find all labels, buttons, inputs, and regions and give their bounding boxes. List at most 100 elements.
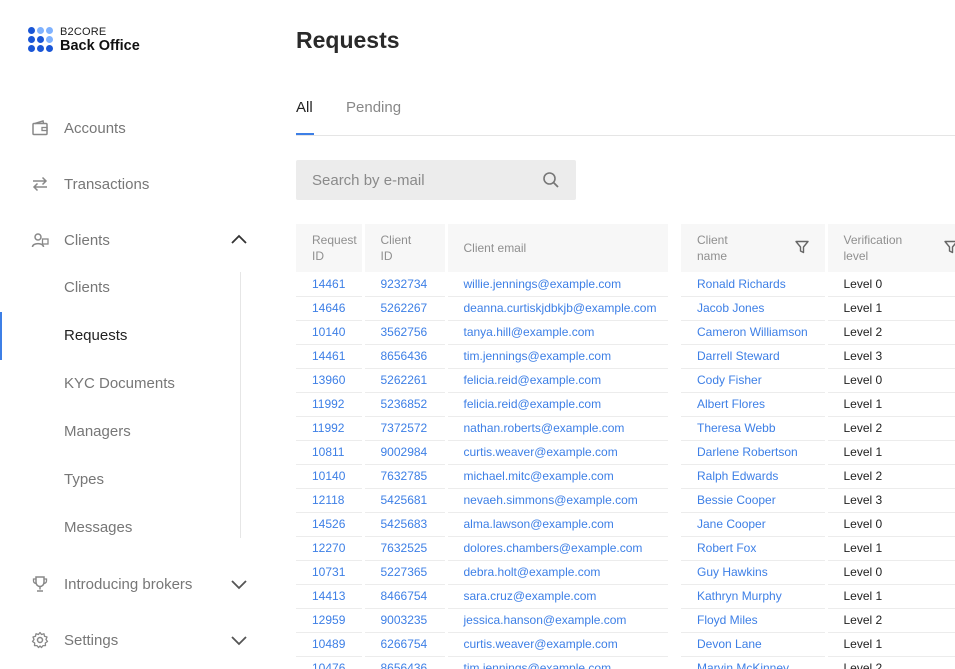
client-name-cell[interactable]: Devon Lane — [681, 632, 828, 657]
chevron-up-icon[interactable] — [230, 232, 248, 248]
client-email-cell[interactable]: sara.cruz@example.com — [446, 584, 668, 609]
table-row[interactable]: 11992 7372572 nathan.roberts@example.com — [296, 416, 668, 441]
table-row[interactable]: Floyd Miles Level 2 — [681, 608, 955, 633]
column-header-request-id[interactable]: Request ID — [296, 224, 365, 272]
request-id-cell[interactable]: 14461 — [296, 272, 365, 297]
sidebar-subitem-kyc-documents[interactable]: KYC Documents — [0, 364, 270, 404]
client-id-cell[interactable]: 9003235 — [363, 608, 448, 633]
client-name-cell[interactable]: Jane Cooper — [681, 512, 828, 537]
client-email-cell[interactable]: tanya.hill@example.com — [446, 320, 668, 345]
table-row[interactable]: 12270 7632525 dolores.chambers@example.com — [296, 536, 668, 561]
client-id-cell[interactable]: 5262261 — [363, 368, 448, 393]
filter-icon[interactable] — [943, 240, 955, 254]
client-id-cell[interactable]: 5425681 — [363, 488, 448, 513]
client-id-cell[interactable]: 8656436 — [363, 344, 448, 369]
client-email-cell[interactable]: curtis.weaver@example.com — [446, 632, 668, 657]
request-id-cell[interactable]: 11992 — [296, 392, 365, 417]
client-email-cell[interactable]: nevaeh.simmons@example.com — [446, 488, 668, 513]
client-id-cell[interactable]: 6266754 — [363, 632, 448, 657]
request-id-cell[interactable]: 14646 — [296, 296, 365, 321]
table-row[interactable]: 10811 9002984 curtis.weaver@example.com — [296, 440, 668, 465]
client-name-cell[interactable]: Albert Flores — [681, 392, 828, 417]
request-id-cell[interactable]: 10140 — [296, 320, 365, 345]
table-row[interactable]: Robert Fox Level 1 — [681, 536, 955, 561]
client-email-cell[interactable]: alma.lawson@example.com — [446, 512, 668, 537]
client-email-cell[interactable]: curtis.weaver@example.com — [446, 440, 668, 465]
client-id-cell[interactable]: 9232734 — [363, 272, 448, 297]
column-header-client-email[interactable]: Client email — [446, 224, 803, 272]
request-id-cell[interactable]: 14461 — [296, 344, 365, 369]
column-header-client-id[interactable]: Client ID — [363, 224, 448, 272]
table-row[interactable]: Guy Hawkins Level 0 — [681, 560, 955, 585]
table-row[interactable]: Jacob Jones Level 1 — [681, 296, 955, 321]
client-email-cell[interactable]: michael.mitc@example.com — [446, 464, 668, 489]
table-row[interactable]: Albert Flores Level 1 — [681, 392, 955, 417]
table-row[interactable]: Devon Lane Level 1 — [681, 632, 955, 657]
table-row[interactable]: Darrell Steward Level 3 — [681, 344, 955, 369]
request-id-cell[interactable]: 13960 — [296, 368, 365, 393]
table-row[interactable]: Ralph Edwards Level 2 — [681, 464, 955, 489]
search-input[interactable] — [296, 160, 536, 200]
client-email-cell[interactable]: tim.jennings@example.com — [446, 344, 668, 369]
sidebar-item-introducing-brokers[interactable]: Introducing brokers — [0, 564, 270, 604]
request-id-cell[interactable]: 12270 — [296, 536, 365, 561]
table-row[interactable]: Cody Fisher Level 0 — [681, 368, 955, 393]
table-row[interactable]: 14646 5262267 deanna.curtiskjdbkjb@example… — [296, 296, 668, 321]
table-row[interactable]: 13960 5262261 felicia.reid@example.com — [296, 368, 668, 393]
sidebar-subitem-messages[interactable]: Messages — [0, 508, 270, 548]
client-email-cell[interactable]: deanna.curtiskjdbkjb@example.com — [446, 296, 668, 321]
client-id-cell[interactable]: 5262267 — [363, 296, 448, 321]
chevron-down-icon[interactable] — [230, 632, 248, 648]
table-row[interactable]: 12959 9003235 jessica.hanson@example.com — [296, 608, 668, 633]
client-name-cell[interactable]: Theresa Webb — [681, 416, 828, 441]
client-name-cell[interactable]: Robert Fox — [681, 536, 828, 561]
client-email-cell[interactable]: debra.holt@example.com — [446, 560, 668, 585]
client-id-cell[interactable]: 5236852 — [363, 392, 448, 417]
client-id-cell[interactable]: 7372572 — [363, 416, 448, 441]
client-id-cell[interactable]: 5227365 — [363, 560, 448, 585]
client-name-cell[interactable]: Jacob Jones — [681, 296, 828, 321]
sidebar-item-settings[interactable]: Settings — [0, 620, 270, 660]
table-row[interactable]: 10731 5227365 debra.holt@example.com — [296, 560, 668, 585]
table-row[interactable]: 10140 7632785 michael.mitc@example.com — [296, 464, 668, 489]
table-row[interactable]: 10476 8656436 tim.jennings@example.com — [296, 656, 668, 669]
table-row[interactable]: 11992 5236852 felicia.reid@example.com — [296, 392, 668, 417]
sidebar-item-accounts[interactable]: Accounts — [0, 108, 270, 148]
request-id-cell[interactable]: 14413 — [296, 584, 365, 609]
client-id-cell[interactable]: 8656436 — [363, 656, 448, 669]
table-row[interactable]: 12118 5425681 nevaeh.simmons@example.com — [296, 488, 668, 513]
tab-all[interactable]: All — [296, 99, 313, 116]
client-id-cell[interactable]: 8466754 — [363, 584, 448, 609]
client-id-cell[interactable]: 7632525 — [363, 536, 448, 561]
table-row[interactable]: Marvin McKinney Level 2 — [681, 656, 955, 669]
client-name-cell[interactable]: Bessie Cooper — [681, 488, 828, 513]
column-header-verification-level[interactable]: Verification level — [826, 224, 955, 272]
client-email-cell[interactable]: willie.jennings@example.com — [446, 272, 668, 297]
request-id-cell[interactable]: 10476 — [296, 656, 365, 669]
client-id-cell[interactable]: 9002984 — [363, 440, 448, 465]
request-id-cell[interactable]: 10811 — [296, 440, 365, 465]
sidebar-subitem-types[interactable]: Types — [0, 460, 270, 500]
sidebar-subitem-clients[interactable]: Clients — [0, 268, 270, 308]
request-id-cell[interactable]: 10731 — [296, 560, 365, 585]
sidebar-subitem-managers[interactable]: Managers — [0, 412, 270, 452]
brand-logo[interactable]: B2CORE Back Office — [28, 27, 140, 54]
client-name-cell[interactable]: Marvin McKinney — [681, 656, 828, 669]
table-row[interactable]: Bessie Cooper Level 3 — [681, 488, 955, 513]
column-header-client-name[interactable]: Client name — [681, 224, 828, 272]
sidebar-subitem-requests[interactable]: Requests — [0, 316, 270, 356]
table-row[interactable]: 10140 3562756 tanya.hill@example.com — [296, 320, 668, 345]
client-name-cell[interactable]: Kathryn Murphy — [681, 584, 828, 609]
client-email-cell[interactable]: felicia.reid@example.com — [446, 368, 668, 393]
tab-pending[interactable]: Pending — [346, 99, 401, 116]
request-id-cell[interactable]: 12959 — [296, 608, 365, 633]
table-row[interactable]: 14461 9232734 willie.jennings@example.com — [296, 272, 668, 297]
client-name-cell[interactable]: Cody Fisher — [681, 368, 828, 393]
client-id-cell[interactable]: 5425683 — [363, 512, 448, 537]
client-name-cell[interactable]: Floyd Miles — [681, 608, 828, 633]
table-row[interactable]: 14526 5425683 alma.lawson@example.com — [296, 512, 668, 537]
sidebar-item-transactions[interactable]: Transactions — [0, 164, 270, 204]
client-id-cell[interactable]: 3562756 — [363, 320, 448, 345]
client-email-cell[interactable]: dolores.chambers@example.com — [446, 536, 668, 561]
client-email-cell[interactable]: tim.jennings@example.com — [446, 656, 668, 669]
